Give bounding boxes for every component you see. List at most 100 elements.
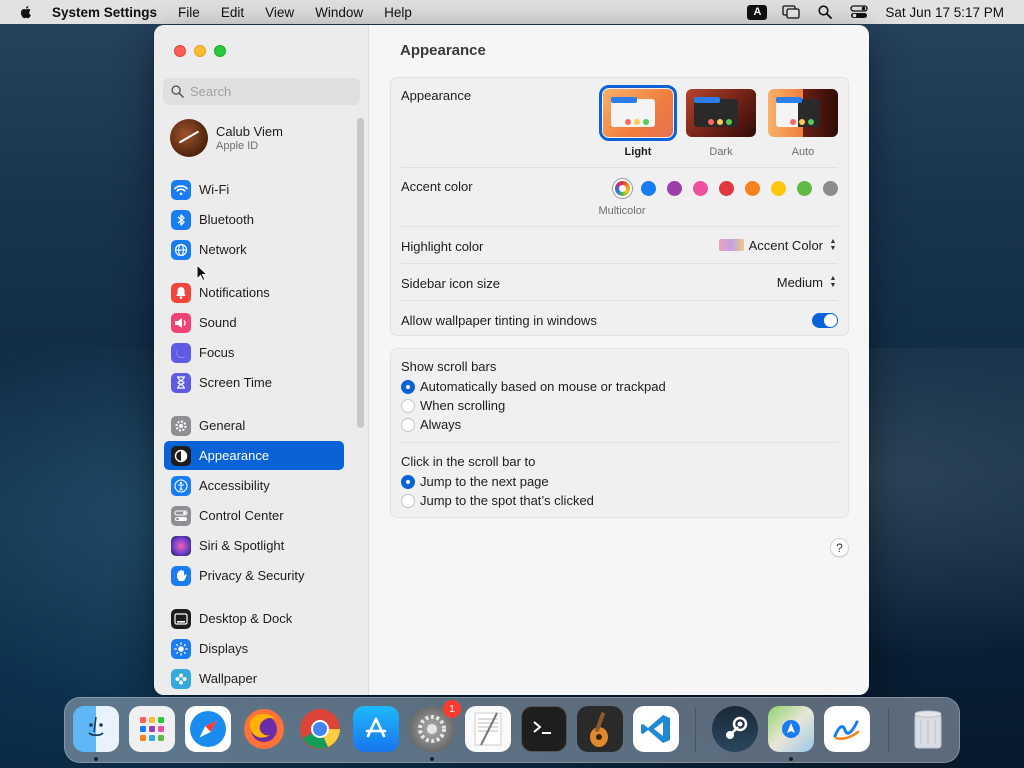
screen-mirroring-icon[interactable] <box>781 4 801 20</box>
control-center-icon[interactable] <box>849 4 869 20</box>
scroll-when-scrolling-radio[interactable] <box>401 399 415 413</box>
mouse-cursor-icon <box>196 264 208 282</box>
scroll-bars-group: Show scroll bars Automatically based on … <box>390 348 849 518</box>
jump-next-page-label[interactable]: Jump to the next page <box>420 474 549 489</box>
jump-next-page-radio[interactable] <box>401 475 415 489</box>
wallpaper-tinting-toggle[interactable] <box>812 313 838 328</box>
speaker-icon <box>171 312 191 333</box>
sidebar-scrollbar[interactable] <box>357 118 364 428</box>
sidebar-item-network[interactable]: Network <box>164 235 344 264</box>
menu-clock[interactable]: Sat Jun 17 5:17 PM <box>885 5 1004 20</box>
bluetooth-icon <box>171 209 191 230</box>
scroll-auto-radio[interactable] <box>401 380 415 394</box>
sidebar-item-wifi[interactable]: Wi-Fi <box>164 175 344 204</box>
click-scroll-label: Click in the scroll bar to <box>401 454 536 469</box>
menu-help[interactable]: Help <box>384 5 412 20</box>
running-indicator <box>430 757 434 761</box>
show-scroll-bars-label: Show scroll bars <box>401 359 497 374</box>
input-source-icon[interactable]: A <box>747 4 768 20</box>
sidebar-item-label: Network <box>199 242 247 257</box>
highlight-color-value: Accent Color <box>748 237 823 253</box>
accent-blue-swatch[interactable] <box>641 181 656 196</box>
sidebar-item-wallpaper[interactable]: Wallpaper <box>164 664 344 693</box>
hourglass-icon <box>171 372 191 393</box>
appearance-dark-option[interactable] <box>686 89 756 137</box>
app-store-icon[interactable] <box>353 706 399 752</box>
sidebar-item-accessibility[interactable]: Accessibility <box>164 471 344 500</box>
safari-icon[interactable] <box>185 706 231 752</box>
vscode-icon[interactable] <box>633 706 679 752</box>
sidebar-item-appearance[interactable]: Appearance <box>164 441 344 470</box>
chrome-icon[interactable] <box>297 706 343 752</box>
apple-menu-icon[interactable] <box>18 4 34 20</box>
textedit-icon[interactable] <box>465 706 511 752</box>
sidebar-item-sound[interactable]: Sound <box>164 308 344 337</box>
sidebar-item-notifications[interactable]: Notifications <box>164 278 344 307</box>
scroll-always-radio[interactable] <box>401 418 415 432</box>
menu-window[interactable]: Window <box>315 5 363 20</box>
sidebar-item-label: Sound <box>199 315 237 330</box>
scroll-when-scrolling-label[interactable]: When scrolling <box>420 398 505 413</box>
minimize-button[interactable] <box>194 45 206 57</box>
accent-multicolor-swatch[interactable] <box>615 181 630 196</box>
appearance-light-option[interactable] <box>599 85 677 141</box>
scroll-auto-label[interactable]: Automatically based on mouse or trackpad <box>420 379 666 394</box>
appearance-dark-label: Dark <box>709 146 733 158</box>
apple-id-account[interactable]: Calub Viem Apple ID <box>170 119 283 157</box>
gear-icon <box>171 415 191 436</box>
highlight-color-swatch <box>718 239 744 251</box>
sidebar-item-privacy-security[interactable]: Privacy & Security <box>164 561 344 590</box>
menu-view[interactable]: View <box>265 5 294 20</box>
sidebar-icon-size-popup[interactable]: Medium ▲ ▼ <box>777 274 838 290</box>
finder-icon[interactable] <box>73 706 119 752</box>
garageband-icon[interactable] <box>577 706 623 752</box>
close-button[interactable] <box>174 45 186 57</box>
sidebar-item-displays[interactable]: Displays <box>164 634 344 663</box>
sidebar-item-label: Privacy & Security <box>199 568 305 583</box>
sidebar-item-desktop-dock[interactable]: Desktop & Dock <box>164 604 344 633</box>
menu-app-name[interactable]: System Settings <box>52 5 157 20</box>
accent-yellow-swatch[interactable] <box>771 181 786 196</box>
spotlight-search-icon[interactable] <box>815 4 835 20</box>
accessibility-icon <box>171 475 191 496</box>
accent-orange-swatch[interactable] <box>745 181 760 196</box>
sidebar-item-label: Desktop & Dock <box>199 611 293 626</box>
dock: 1 <box>64 697 960 763</box>
search-input[interactable]: Search <box>163 78 360 105</box>
highlight-color-popup[interactable]: Accent Color ▲ ▼ <box>718 237 838 253</box>
menu-file[interactable]: File <box>178 5 200 20</box>
sidebar-item-siri-spotlight[interactable]: Siri & Spotlight <box>164 531 344 560</box>
dock-separator <box>695 708 696 752</box>
appearance-auto-option[interactable] <box>768 89 838 137</box>
sidebar-item-general[interactable]: General <box>164 411 344 440</box>
accent-red-swatch[interactable] <box>719 181 734 196</box>
firefox-icon[interactable] <box>241 706 287 752</box>
accent-pink-swatch[interactable] <box>693 181 708 196</box>
steam-icon[interactable] <box>712 706 758 752</box>
flower-icon <box>171 668 191 689</box>
menu-edit[interactable]: Edit <box>221 5 244 20</box>
terminal-icon[interactable] <box>521 706 567 752</box>
sidebar-item-focus[interactable]: Focus <box>164 338 344 367</box>
system-settings-icon[interactable]: 1 <box>409 700 461 752</box>
trash-icon[interactable] <box>905 706 951 752</box>
user-name: Calub Viem <box>216 124 283 139</box>
accent-purple-swatch[interactable] <box>667 181 682 196</box>
wallpaper-tinting-label: Allow wallpaper tinting in windows <box>401 313 597 328</box>
sidebar-item-screen-time[interactable]: Screen Time <box>164 368 344 397</box>
sidebar-item-control-center[interactable]: Control Center <box>164 501 344 530</box>
freeform-icon[interactable] <box>824 706 870 752</box>
scroll-always-label[interactable]: Always <box>420 417 461 432</box>
jump-to-spot-label[interactable]: Jump to the spot that’s clicked <box>420 493 594 508</box>
zoom-button[interactable] <box>214 45 226 57</box>
launchpad-icon[interactable] <box>129 706 175 752</box>
accent-green-swatch[interactable] <box>797 181 812 196</box>
maps-icon[interactable] <box>768 706 814 752</box>
sidebar-item-bluetooth[interactable]: Bluetooth <box>164 205 344 234</box>
help-button[interactable]: ? <box>830 538 849 557</box>
sidebar-item-label: Notifications <box>199 285 270 300</box>
accent-graphite-swatch[interactable] <box>823 181 838 196</box>
jump-to-spot-radio[interactable] <box>401 494 415 508</box>
dock-icon <box>171 608 191 629</box>
window-controls <box>174 45 226 57</box>
